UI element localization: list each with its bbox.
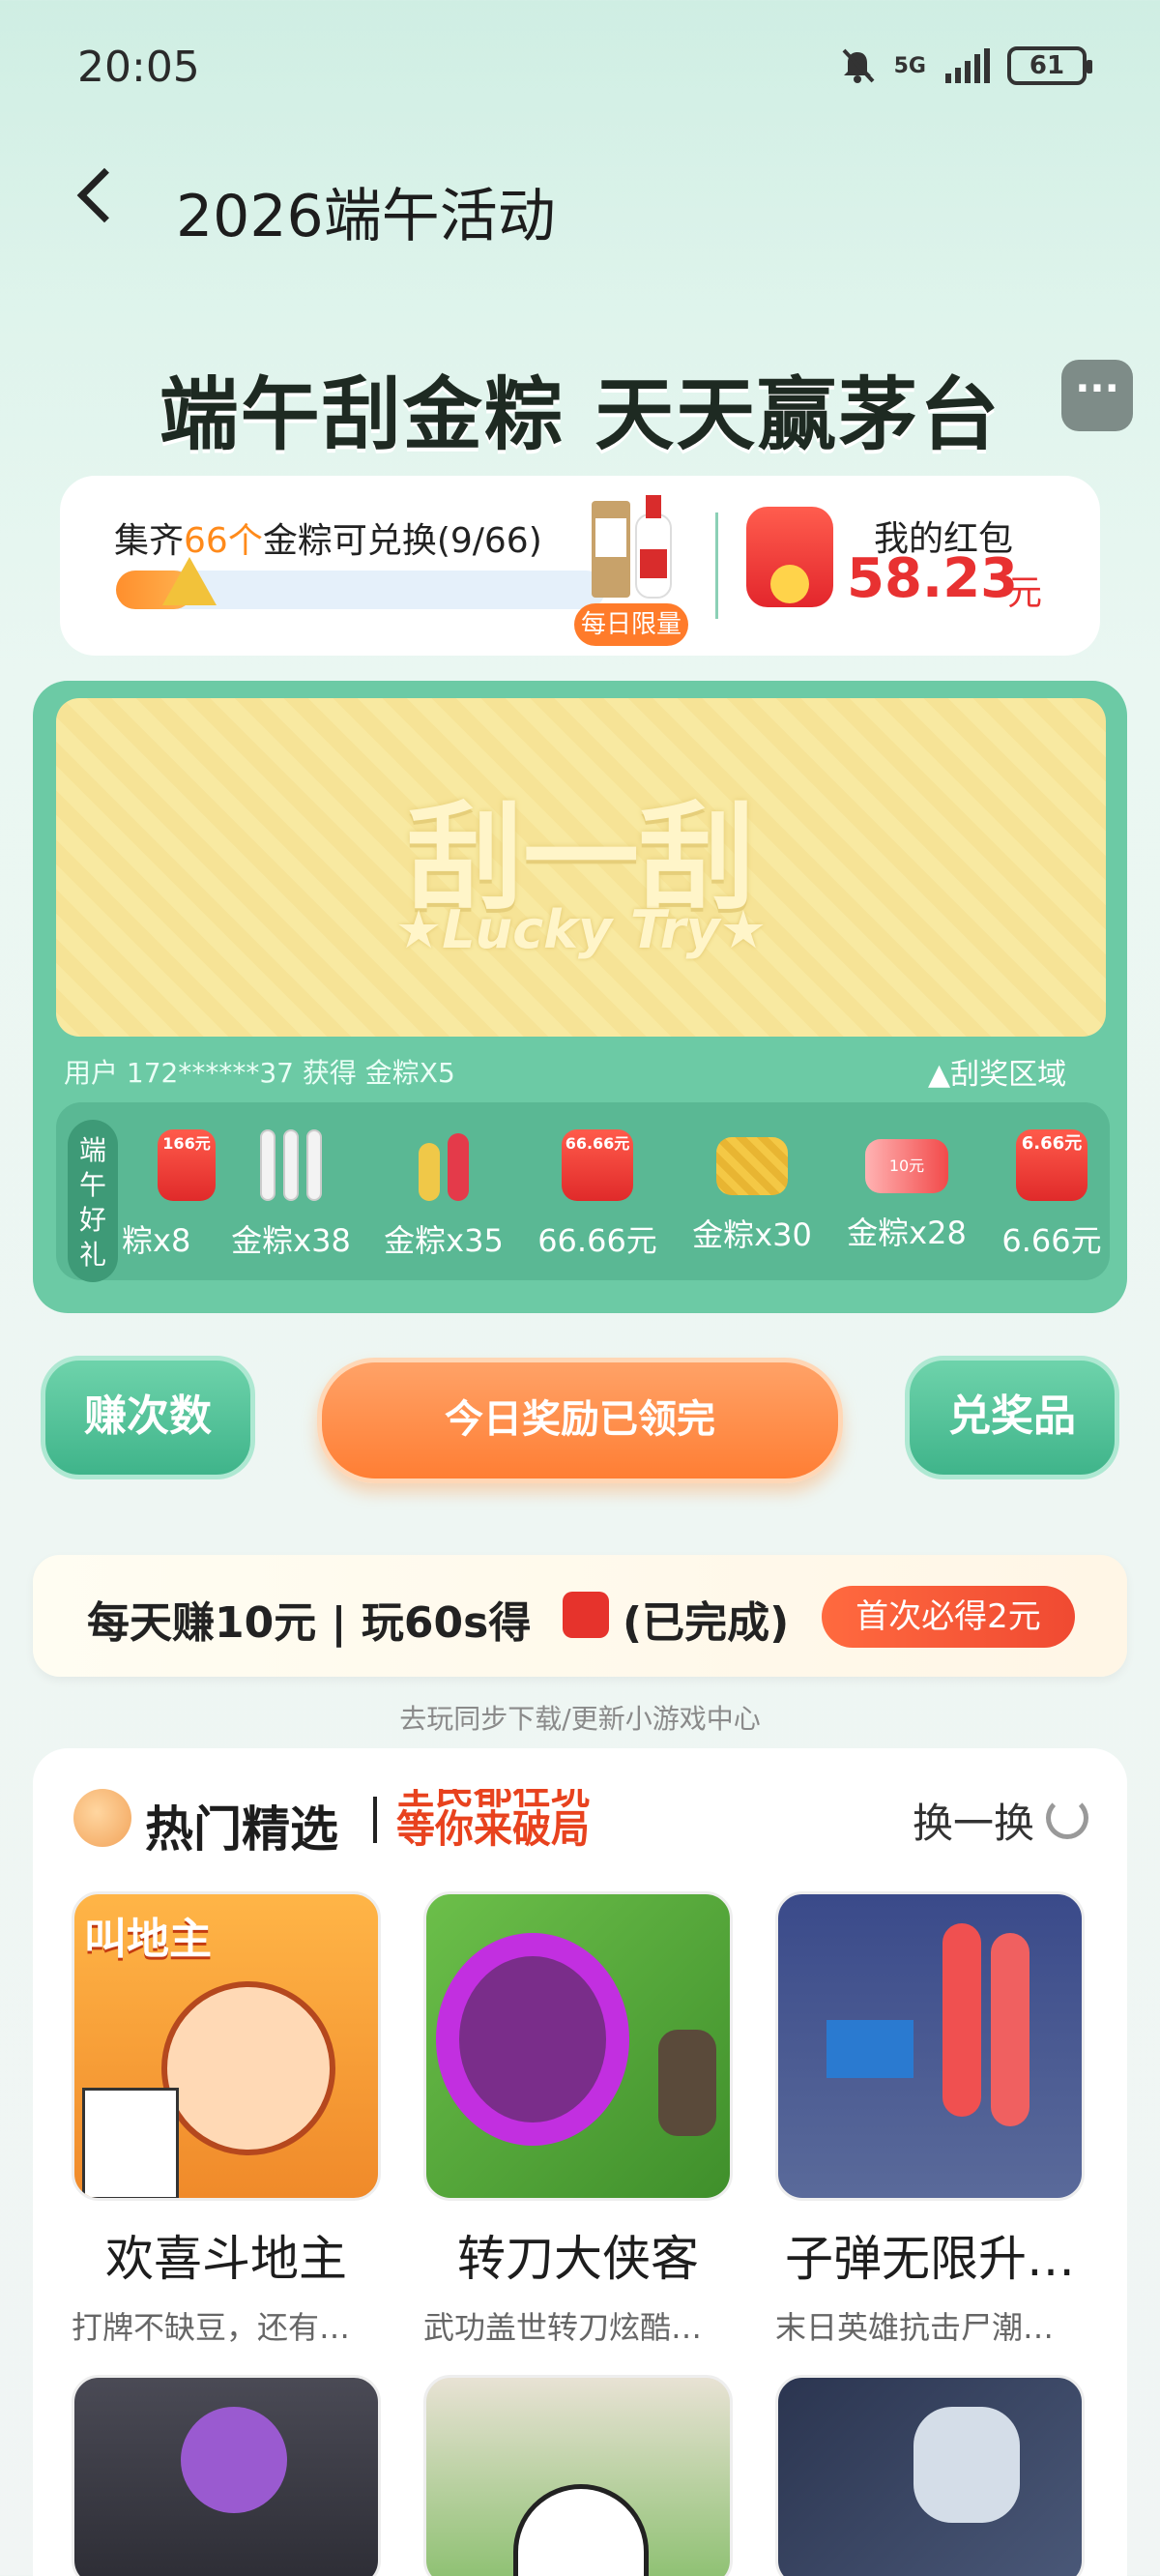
divider <box>715 512 718 619</box>
prize-item[interactable]: 金粽x30 <box>680 1129 825 1255</box>
collect-suffix: 金粽可兑换(9/66) <box>262 521 542 561</box>
game-thumbnail[interactable] <box>775 2375 1085 2576</box>
game-name: 转刀大侠客 <box>457 2231 699 2287</box>
refresh-button[interactable]: 换一换 <box>913 1791 1034 1850</box>
game-card[interactable] <box>775 2375 1085 2576</box>
more-button[interactable]: ··· <box>1061 360 1133 431</box>
bullet-trail-icon <box>991 1933 1030 2126</box>
red-packet-icon: 6.66元 <box>1016 1129 1088 1201</box>
panda-icon <box>513 2484 649 2576</box>
network-label: 5G <box>893 53 926 78</box>
earn-chances-button[interactable]: 赚次数 <box>41 1356 255 1479</box>
status-icons: 5G 61 <box>838 46 1092 85</box>
card-icon <box>82 2088 179 2198</box>
gate-icon <box>826 2020 914 2078</box>
game-thumbnail[interactable] <box>72 2375 381 2576</box>
maotai-bottle-icon <box>592 495 672 599</box>
game-card[interactable] <box>423 2375 733 2576</box>
winner-ticker: 用户 172******37 获得 金粽X5 <box>64 1057 455 1089</box>
prize-item[interactable]: 66.66元 66.66元 <box>525 1129 670 1261</box>
section-title: 热门精选 <box>145 1801 338 1858</box>
mute-icon <box>842 48 875 83</box>
vortex-icon <box>436 1933 629 2146</box>
game-description: 武功盖世转刀炫酷… <box>423 2309 703 2346</box>
gift-box-icon <box>716 1137 788 1195</box>
fan-icon <box>408 1129 479 1201</box>
prize-label: 金粽x38 <box>231 1222 351 1259</box>
game-description: 末日英雄抗击尸潮… <box>775 2309 1055 2346</box>
prize-side-label: 端午好礼 <box>68 1120 118 1282</box>
refresh-icon[interactable] <box>1046 1797 1088 1839</box>
game-name: 子弹无限升… <box>785 2231 1075 2287</box>
game-thumbnail[interactable] <box>775 1891 1085 2201</box>
signal-icon <box>945 48 990 83</box>
game-name: 欢喜斗地主 <box>105 2231 347 2287</box>
battery-level: 61 <box>1029 51 1065 80</box>
prize-label: 金粽x28 <box>847 1215 967 1251</box>
game-card[interactable]: 子弹无限升… 末日英雄抗击尸潮… <box>775 1891 1085 2348</box>
character-icon <box>161 1981 335 2155</box>
game-badge: 叫地主 <box>84 1915 212 1964</box>
daily-limit-badge: 每日限量 <box>574 603 688 646</box>
character-icon <box>181 2407 287 2513</box>
prize-icon-text: 10元 <box>888 1156 925 1175</box>
section-slogan: 全民都在玩 等你来破局 <box>396 1789 590 1853</box>
red-packet-icon <box>563 1592 609 1638</box>
red-packet-icon: 166元 <box>158 1129 216 1201</box>
first-reward-badge[interactable]: 首次必得2元 <box>822 1586 1075 1648</box>
scratch-zone-label: ▲刮奖区域 <box>928 1058 1067 1092</box>
prize-item[interactable]: 6.66元 6.66元 <box>989 1129 1115 1261</box>
game-card[interactable]: 叫地主 欢喜斗地主 打牌不缺豆，还有… <box>72 1891 381 2348</box>
prize-item[interactable]: 金粽x35 <box>371 1129 516 1261</box>
scratch-subtitle: ★Lucky Try★ <box>394 899 768 960</box>
prize-label: 6.66元 <box>1001 1222 1102 1259</box>
game-thumbnail[interactable] <box>423 1891 733 2201</box>
prize-item[interactable]: 金粽x38 <box>218 1129 363 1261</box>
game-thumbnail[interactable] <box>423 2375 733 2576</box>
bullet-trail-icon <box>942 1923 981 2117</box>
prize-icon-text: 166元 <box>162 1134 211 1153</box>
wallet-unit: 元 <box>1007 573 1043 613</box>
prize-icon-text: 6.66元 <box>1021 1133 1083 1154</box>
collect-progress-text: 集齐66个金粽可兑换(9/66) <box>114 512 542 563</box>
game-thumbnail[interactable]: 叫地主 <box>72 1891 381 2201</box>
slogan-line-2: 等你来破局 <box>396 1807 590 1852</box>
game-description: 打牌不缺豆，还有… <box>72 2309 351 2346</box>
coupon-icon: 10元 <box>865 1139 948 1193</box>
task-status: (已完成) <box>623 1598 790 1648</box>
prize-icon-text: 66.66元 <box>565 1134 630 1153</box>
zongzi-icon <box>162 557 217 605</box>
prize-label: 金粽x35 <box>384 1222 504 1259</box>
download-hint: 去玩同步下载/更新小游戏中心 <box>399 1703 761 1735</box>
redeem-prize-button[interactable]: 兑奖品 <box>905 1356 1119 1479</box>
thumbs-up-icon <box>73 1789 131 1847</box>
prize-item[interactable]: 10元 金粽x28 <box>834 1129 979 1253</box>
claim-reward-button[interactable]: 今日奖励已领完 <box>317 1358 843 1483</box>
red-packet-icon[interactable] <box>746 507 833 607</box>
prize-label: 金粽x30 <box>692 1216 812 1253</box>
prize-label: 66.66元 <box>537 1222 657 1259</box>
wallet-amount[interactable]: 58.23 <box>847 547 1018 610</box>
back-icon[interactable] <box>76 167 132 223</box>
battery-icon: 61 <box>1007 46 1092 85</box>
game-card[interactable] <box>72 2375 381 2576</box>
game-card[interactable]: 转刀大侠客 武功盖世转刀炫酷… <box>423 1891 733 2348</box>
banner-title: 端午刮金粽 天天赢茅台 <box>159 369 1001 461</box>
task-text: 每天赚10元 | 玩60s得 <box>87 1598 532 1648</box>
red-packet-icon: 66.66元 <box>562 1129 633 1201</box>
page-title: 2026端午活动 <box>176 183 556 250</box>
status-time: 20:05 <box>77 43 200 92</box>
divider <box>373 1797 377 1843</box>
character-icon <box>658 2030 716 2136</box>
thermos-set-icon <box>255 1129 327 1201</box>
collect-prefix: 集齐 <box>114 521 185 561</box>
character-icon <box>914 2407 1020 2523</box>
collect-highlight: 66个 <box>184 521 263 561</box>
